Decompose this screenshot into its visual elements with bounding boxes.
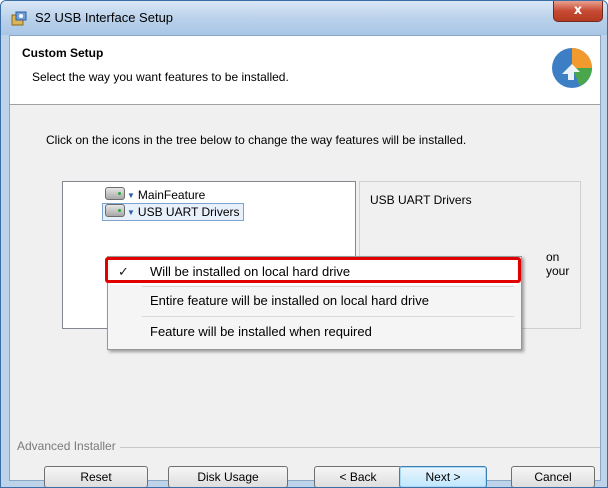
tree-item-mainfeature[interactable]: ▼ MainFeature	[105, 187, 205, 203]
installer-app-icon	[11, 11, 27, 26]
tree-item-label: MainFeature	[137, 188, 206, 202]
setup-logo-icon	[552, 48, 592, 88]
feature-description-text: on your	[546, 250, 570, 278]
tree-item-label: USB UART Drivers	[137, 205, 240, 219]
disk-usage-button[interactable]: Disk Usage	[168, 466, 288, 487]
menu-separator	[142, 316, 514, 317]
dropdown-arrow-icon[interactable]: ▼	[127, 188, 135, 204]
menu-item-label: Feature will be installed when required	[150, 324, 372, 339]
reset-button[interactable]: Reset	[44, 466, 148, 487]
hard-drive-icon[interactable]	[105, 204, 125, 217]
menu-separator	[142, 286, 514, 287]
window-title: S2 USB Interface Setup	[35, 10, 174, 25]
dropdown-arrow-icon[interactable]: ▼	[127, 205, 135, 221]
next-button[interactable]: Next >	[399, 466, 487, 487]
tree-item-usb-uart-drivers[interactable]: ▼ USB UART Drivers	[102, 203, 244, 221]
instructions-text: Click on the icons in the tree below to …	[46, 133, 467, 147]
title-bar[interactable]: S2 USB Interface Setup x	[1, 1, 607, 35]
close-button[interactable]: x	[553, 1, 603, 22]
page-subtitle: Select the way you want features to be i…	[32, 70, 289, 84]
menu-item-label: Entire feature will be installed on loca…	[150, 293, 429, 308]
menu-item-install-when-required[interactable]: Feature will be installed when required	[110, 319, 517, 345]
advanced-installer-brand: Advanced Installer	[17, 439, 120, 453]
dialog-body: Custom Setup Select the way you want fea…	[9, 35, 601, 487]
cancel-button[interactable]: Cancel	[511, 466, 595, 487]
back-button[interactable]: < Back	[314, 466, 402, 487]
hard-drive-icon[interactable]	[105, 187, 125, 200]
highlight-annotation-box	[105, 257, 521, 283]
feature-description-title: USB UART Drivers	[370, 193, 472, 207]
close-icon: x	[573, 3, 583, 18]
dialog-header: Custom Setup Select the way you want fea…	[10, 36, 600, 105]
page-title: Custom Setup	[22, 46, 104, 60]
menu-item-install-entire-local[interactable]: Entire feature will be installed on loca…	[110, 288, 517, 314]
setup-window: S2 USB Interface Setup x Custom Setup Se…	[0, 0, 608, 488]
